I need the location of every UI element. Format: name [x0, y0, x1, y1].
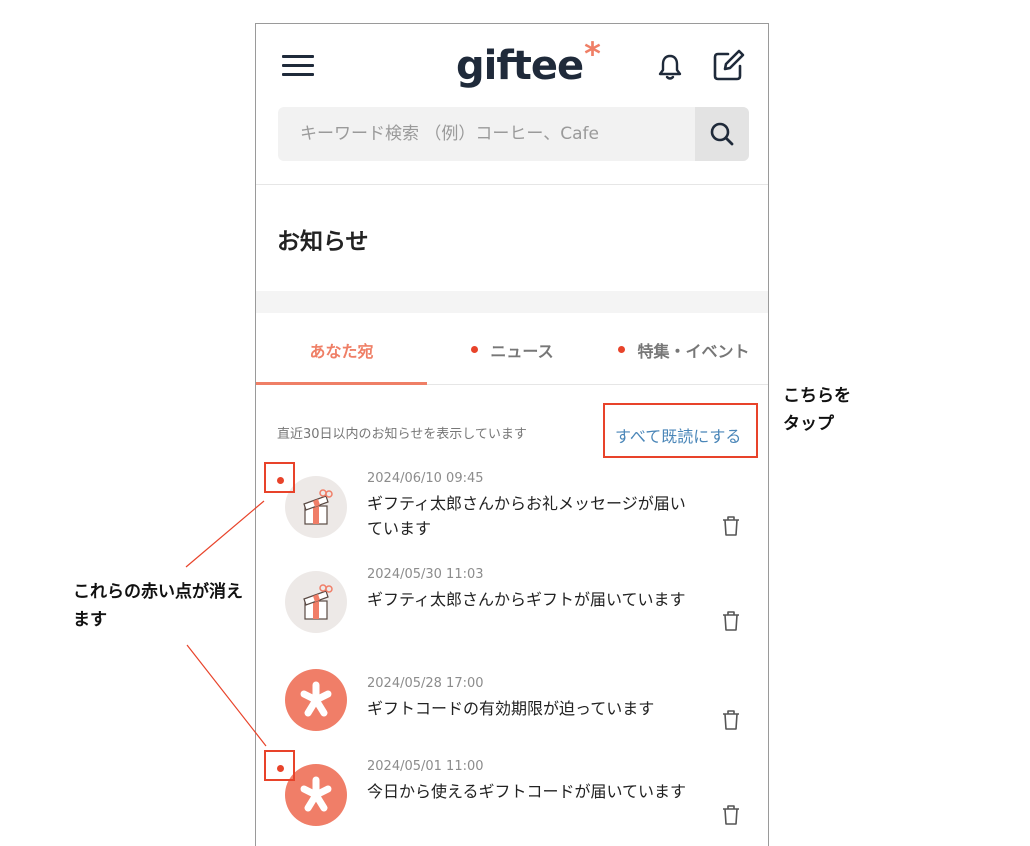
notification-date: 2024/06/10 09:45	[367, 471, 484, 486]
tab-for-you[interactable]: あなた宛	[256, 313, 427, 386]
notification-message: ギフティ太郎さんからお礼メッセージが届いています	[367, 494, 686, 538]
giftee-asterisk-icon	[285, 669, 347, 731]
unread-dot	[471, 346, 479, 353]
trash-icon[interactable]	[722, 611, 740, 631]
section-divider	[256, 291, 768, 313]
notice-text: 直近30日以内のお知らせを表示しています	[277, 427, 527, 442]
bell-icon[interactable]	[655, 52, 685, 82]
search-icon	[710, 122, 734, 146]
unread-dot-highlight	[264, 462, 295, 493]
giftee-logo[interactable]: giftee*	[456, 35, 601, 94]
search-input[interactable]	[278, 107, 694, 161]
header-divider	[256, 184, 768, 185]
notification-message: 今日から使えるギフトコードが届いています	[367, 782, 687, 801]
tab-news[interactable]: ニュース	[427, 313, 598, 386]
trash-icon[interactable]	[722, 805, 740, 825]
mark-all-read-highlight	[603, 403, 758, 458]
tab-label: あなた宛	[309, 341, 374, 361]
dots-disappear-annotation: これらの赤い点が消えます	[73, 582, 243, 630]
search-bar	[278, 107, 749, 161]
search-button[interactable]	[695, 107, 749, 161]
unread-dot	[618, 346, 626, 353]
trash-icon[interactable]	[722, 516, 740, 536]
gift-box-icon	[285, 571, 347, 633]
notification-date: 2024/05/30 11:03	[367, 567, 484, 582]
unread-dot-highlight	[264, 750, 295, 781]
trash-icon[interactable]	[722, 710, 740, 730]
notification-message: ギフトコードの有効期限が迫っています	[367, 699, 655, 718]
notification-item[interactable]: 2024/05/28 17:00 ギフトコードの有効期限が迫っています	[256, 669, 768, 756]
logo-star: *	[584, 35, 601, 73]
tab-label: 特集・イベント	[637, 341, 750, 361]
edit-icon[interactable]	[712, 48, 746, 82]
notification-date: 2024/05/01 11:00	[367, 759, 484, 774]
tab-label: ニュース	[490, 341, 554, 361]
notification-item[interactable]: 2024/05/01 11:00 今日から使えるギフトコードが届いています	[256, 759, 768, 846]
logo-text: giftee	[456, 43, 584, 89]
tab-features-events[interactable]: 特集・イベント	[598, 313, 768, 386]
notification-item[interactable]: 2024/05/30 11:03 ギフティ太郎さんからギフトが届いています	[256, 567, 768, 667]
notification-date: 2024/05/28 17:00	[367, 676, 484, 691]
page-title: お知らせ	[277, 229, 369, 255]
tab-bar: あなた宛 ニュース 特集・イベント	[256, 313, 768, 386]
active-tab-indicator	[256, 382, 427, 385]
notification-message: ギフティ太郎さんからギフトが届いています	[367, 590, 686, 609]
hamburger-menu-icon[interactable]	[282, 55, 314, 77]
notification-item[interactable]: 2024/06/10 09:45 ギフティ太郎さんからお礼メッセージが届いていま…	[256, 471, 768, 571]
tap-here-annotation: こちらをタップ	[783, 386, 851, 434]
